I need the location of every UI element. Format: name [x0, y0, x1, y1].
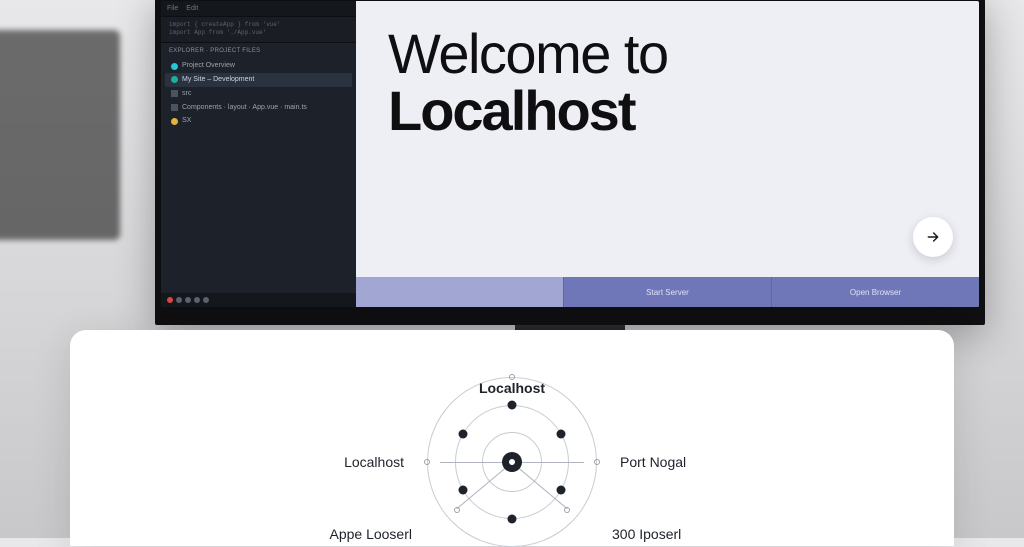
diagram-label-top: Localhost — [479, 380, 545, 396]
tree-item-label: My Site – Development — [182, 75, 254, 85]
diagram-tick — [454, 507, 460, 513]
radial-diagram: Localhost Localhost Port Nogal Appe Loos… — [282, 338, 742, 538]
tree-item-components[interactable]: Components · layout · App.vue · main.ts — [165, 101, 352, 115]
ide-menu-item[interactable]: File — [167, 4, 178, 14]
file-icon — [171, 118, 178, 125]
explorer-title: EXPLORER · PROJECT FILES — [161, 43, 356, 57]
ide-menubar: File Edit — [161, 1, 356, 17]
tree-item-sx[interactable]: SX — [165, 114, 352, 128]
diagram-node — [459, 486, 468, 495]
tree-item-label: src — [182, 89, 191, 99]
tab-start-server[interactable]: Start Server — [564, 277, 772, 307]
tree-item-label: Project Overview — [182, 61, 235, 71]
code-line: import App from './App.vue' — [169, 29, 348, 37]
diagram-node — [508, 515, 517, 524]
status-dot-icon — [185, 297, 191, 303]
diagram-label-bottom-right: 300 Iposerl — [612, 526, 681, 542]
folder-icon — [171, 76, 178, 83]
diagram-tick — [594, 459, 600, 465]
monitor-screen: File Edit import { createApp } from 'vue… — [161, 1, 979, 307]
tree-item-overview[interactable]: Project Overview — [165, 59, 352, 73]
secondary-monitor — [0, 30, 120, 240]
center-node — [502, 452, 522, 472]
folder-icon — [171, 90, 178, 97]
spoke — [512, 462, 584, 463]
diagram-card: Localhost Localhost Port Nogal Appe Loos… — [70, 330, 954, 546]
tree-item-label: SX — [182, 116, 191, 126]
ide-statusbar — [161, 293, 356, 307]
ide-menu-item[interactable]: Edit — [186, 4, 198, 14]
ide-panel: File Edit import { createApp } from 'vue… — [161, 1, 356, 307]
diagram-node — [557, 486, 566, 495]
tree-item-label: Components · layout · App.vue · main.ts — [182, 103, 307, 113]
diagram-tick — [424, 459, 430, 465]
diagram-node — [459, 430, 468, 439]
tree-item-src[interactable]: src — [165, 87, 352, 101]
tab-open-browser[interactable]: Open Browser — [772, 277, 979, 307]
file-icon — [171, 104, 178, 111]
next-button[interactable] — [913, 217, 953, 257]
file-tree: Project Overview My Site – Development s… — [161, 57, 356, 130]
ide-code-preview: import { createApp } from 'vue' import A… — [161, 17, 356, 43]
welcome-heading: Welcome to Localhost — [388, 25, 947, 139]
welcome-tabs: Start Server Open Browser — [356, 277, 979, 307]
diagram-label-right: Port Nogal — [620, 454, 686, 470]
welcome-panel: Welcome to Localhost Start Server Open B… — [356, 1, 979, 307]
tree-item-site[interactable]: My Site – Development — [165, 73, 352, 87]
welcome-heading-line1: Welcome to — [388, 25, 947, 82]
diagram-label-bottom-left: Appe Looserl — [329, 526, 412, 542]
diagram-node — [557, 430, 566, 439]
welcome-heading-line2: Localhost — [388, 82, 947, 139]
diagram-node — [508, 401, 517, 410]
welcome-body: Welcome to Localhost — [356, 1, 979, 277]
status-dot-icon — [194, 297, 200, 303]
status-dot-icon — [203, 297, 209, 303]
code-line: import { createApp } from 'vue' — [169, 21, 348, 29]
folder-icon — [171, 63, 178, 70]
diagram-label-left: Localhost — [344, 454, 404, 470]
arrow-right-icon — [925, 229, 941, 245]
status-dot-icon — [167, 297, 173, 303]
status-dot-icon — [176, 297, 182, 303]
diagram-tick — [564, 507, 570, 513]
tab-blank[interactable] — [356, 277, 564, 307]
main-monitor: File Edit import { createApp } from 'vue… — [155, 0, 985, 325]
